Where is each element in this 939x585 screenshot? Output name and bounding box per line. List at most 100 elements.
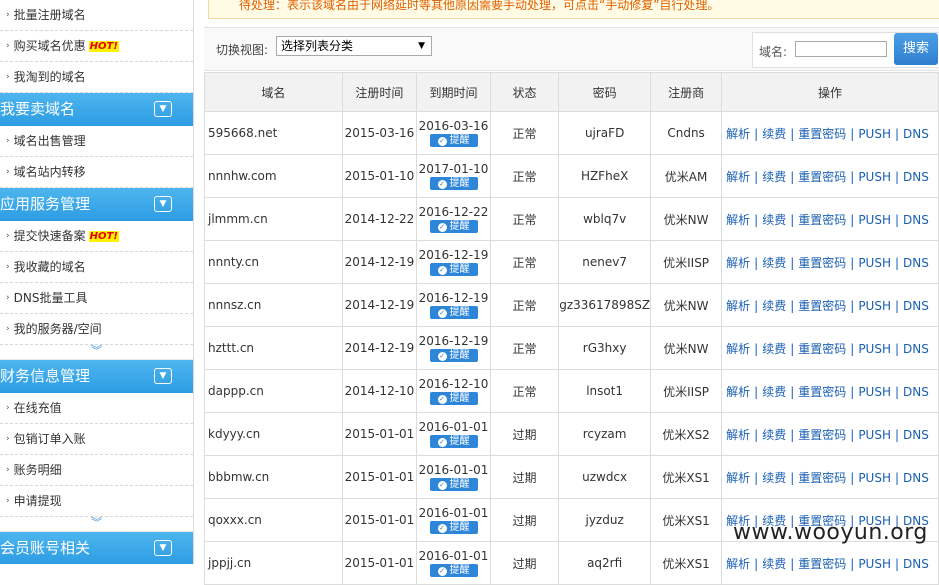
- dns-link[interactable]: DNS: [903, 299, 929, 313]
- renew-link[interactable]: 续费: [762, 471, 786, 485]
- collapse-toggle-icon[interactable]: ▼: [154, 368, 172, 384]
- expand-more-icon[interactable]: ︾: [0, 345, 193, 360]
- reset-password-link[interactable]: 重置密码: [798, 127, 846, 141]
- dns-link[interactable]: DNS: [903, 428, 929, 442]
- sidebar-item-internal-transfer[interactable]: › 域名站内转移: [0, 157, 193, 188]
- remind-label: 提醒: [449, 435, 470, 447]
- sidebar-item-order-entry[interactable]: › 包销订单入账: [0, 424, 193, 455]
- renew-link[interactable]: 续费: [762, 256, 786, 270]
- dns-link[interactable]: DNS: [903, 342, 929, 356]
- expand-more-icon[interactable]: ︾: [0, 517, 193, 532]
- cell-registrar: Cndns: [650, 111, 723, 155]
- cell-registrar: 优米XS1: [650, 541, 723, 585]
- remind-button[interactable]: ✓ 提醒: [429, 563, 478, 577]
- push-link[interactable]: PUSH: [858, 213, 891, 227]
- col-header-reg-date[interactable]: 注册时间: [341, 72, 418, 112]
- col-header-status[interactable]: 状态: [489, 72, 560, 112]
- collapse-toggle-icon[interactable]: ▼: [154, 196, 172, 212]
- col-header-password[interactable]: 密码: [558, 72, 652, 112]
- remind-button[interactable]: ✓ 提醒: [429, 348, 478, 362]
- push-link[interactable]: PUSH: [858, 428, 891, 442]
- dns-link[interactable]: DNS: [903, 471, 929, 485]
- renew-link[interactable]: 续费: [762, 170, 786, 184]
- collapse-toggle-icon[interactable]: ▼: [154, 101, 172, 117]
- push-link[interactable]: PUSH: [858, 256, 891, 270]
- dns-resolve-link[interactable]: 解析: [726, 471, 750, 485]
- search-input[interactable]: [795, 41, 887, 57]
- search-button[interactable]: 搜索: [894, 33, 938, 65]
- sidebar-item-dns-bulk[interactable]: › DNS批量工具: [0, 283, 193, 314]
- dns-resolve-link[interactable]: 解析: [726, 256, 750, 270]
- sidebar-item-my-found-domains[interactable]: › 我淘到的域名: [0, 62, 193, 93]
- remind-button[interactable]: ✓ 提醒: [429, 305, 478, 319]
- dns-link[interactable]: DNS: [903, 256, 929, 270]
- sidebar-item-bulk-register[interactable]: › 批量注册域名: [0, 0, 193, 31]
- push-link[interactable]: PUSH: [858, 471, 891, 485]
- sidebar-item-favorites[interactable]: › 我收藏的域名: [0, 252, 193, 283]
- sidebar-group-header-sell[interactable]: 我要卖域名 ▼: [0, 93, 193, 126]
- renew-link[interactable]: 续费: [762, 213, 786, 227]
- reset-password-link[interactable]: 重置密码: [798, 342, 846, 356]
- push-link[interactable]: PUSH: [858, 127, 891, 141]
- dns-resolve-link[interactable]: 解析: [726, 170, 750, 184]
- remind-button[interactable]: ✓ 提醒: [429, 176, 478, 190]
- dns-link[interactable]: DNS: [903, 170, 929, 184]
- remind-label: 提醒: [449, 521, 470, 533]
- sidebar-group-header-services[interactable]: 应用服务管理 ▼: [0, 188, 193, 221]
- reset-password-link[interactable]: 重置密码: [798, 299, 846, 313]
- cell-registrar: 优米AM: [650, 154, 723, 198]
- remind-button[interactable]: ✓ 提醒: [429, 477, 478, 491]
- push-link[interactable]: PUSH: [858, 385, 891, 399]
- remind-button[interactable]: ✓ 提醒: [429, 219, 478, 233]
- cell-actions: 解析 | 续费 | 重置密码 | PUSH | DNS: [721, 326, 939, 370]
- renew-link[interactable]: 续费: [762, 342, 786, 356]
- renew-link[interactable]: 续费: [762, 428, 786, 442]
- reset-password-link[interactable]: 重置密码: [798, 385, 846, 399]
- push-link[interactable]: PUSH: [858, 342, 891, 356]
- dns-resolve-link[interactable]: 解析: [726, 127, 750, 141]
- dns-resolve-link[interactable]: 解析: [726, 213, 750, 227]
- cell-actions: 解析 | 续费 | 重置密码 | PUSH | DNS: [721, 369, 939, 413]
- col-header-domain[interactable]: 域名: [204, 72, 343, 112]
- sidebar-group-header-finance[interactable]: 财务信息管理 ▼: [0, 360, 193, 393]
- sidebar-item-withdraw[interactable]: › 申请提现: [0, 486, 193, 517]
- col-header-exp-date[interactable]: 到期时间: [416, 72, 491, 112]
- renew-link[interactable]: 续费: [762, 127, 786, 141]
- exp-date-text: 2016-03-16: [418, 118, 489, 133]
- sidebar-group-header-account[interactable]: 会员账号相关 ▼: [0, 532, 193, 564]
- dns-resolve-link[interactable]: 解析: [726, 385, 750, 399]
- reset-password-link[interactable]: 重置密码: [798, 428, 846, 442]
- remind-button[interactable]: ✓ 提醒: [429, 133, 478, 147]
- sidebar-item-my-servers[interactable]: › 我的服务器/空间: [0, 314, 193, 345]
- dns-link[interactable]: DNS: [903, 127, 929, 141]
- push-link[interactable]: PUSH: [858, 299, 891, 313]
- view-select[interactable]: 选择列表分类 ▼: [276, 36, 432, 56]
- dns-link[interactable]: DNS: [903, 213, 929, 227]
- remind-button[interactable]: ✓ 提醒: [429, 262, 478, 276]
- reset-password-link[interactable]: 重置密码: [798, 256, 846, 270]
- remind-button[interactable]: ✓ 提醒: [429, 434, 478, 448]
- sidebar-item-buy-discount[interactable]: › 购买域名优惠 HOT!: [0, 31, 193, 62]
- cell-status: 过期: [489, 541, 560, 585]
- reset-password-link[interactable]: 重置密码: [798, 213, 846, 227]
- dns-resolve-link[interactable]: 解析: [726, 299, 750, 313]
- sidebar-item-account-detail[interactable]: › 账务明细: [0, 455, 193, 486]
- dns-resolve-link[interactable]: 解析: [726, 342, 750, 356]
- sidebar-item-sale-manage[interactable]: › 域名出售管理: [0, 126, 193, 157]
- cell-registrar: 优米XS2: [650, 412, 723, 456]
- sidebar-item-quick-filing[interactable]: › 提交快速备案 HOT!: [0, 221, 193, 252]
- col-header-registrar[interactable]: 注册商: [650, 72, 723, 112]
- collapse-toggle-icon[interactable]: ▼: [154, 540, 172, 556]
- push-link[interactable]: PUSH: [858, 170, 891, 184]
- renew-link[interactable]: 续费: [762, 385, 786, 399]
- remind-button[interactable]: ✓ 提醒: [429, 520, 478, 534]
- renew-link[interactable]: 续费: [762, 299, 786, 313]
- separator: |: [754, 126, 759, 141]
- reset-password-link[interactable]: 重置密码: [798, 471, 846, 485]
- dns-link[interactable]: DNS: [903, 385, 929, 399]
- check-icon: ✓: [437, 308, 447, 318]
- remind-button[interactable]: ✓ 提醒: [429, 391, 478, 405]
- sidebar-item-recharge[interactable]: › 在线充值: [0, 393, 193, 424]
- reset-password-link[interactable]: 重置密码: [798, 170, 846, 184]
- dns-resolve-link[interactable]: 解析: [726, 428, 750, 442]
